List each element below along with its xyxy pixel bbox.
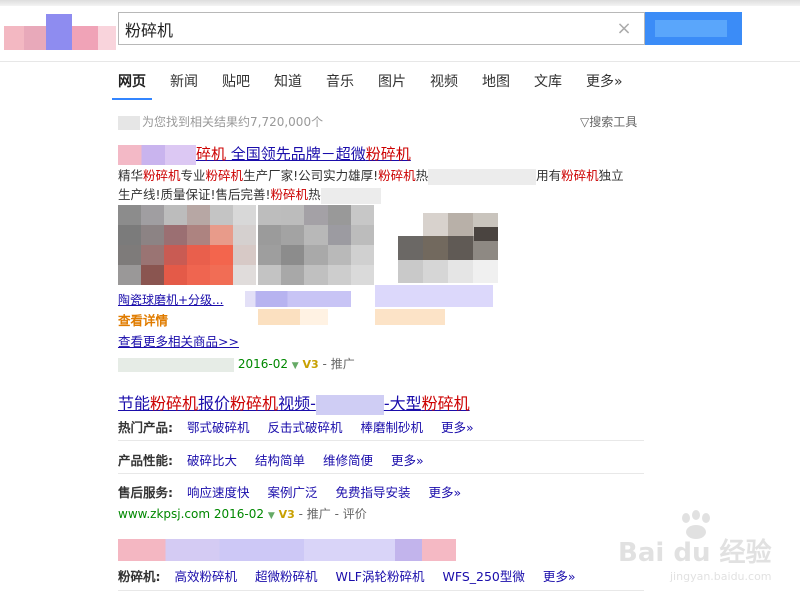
sitelink[interactable]: 反击式破碎机 xyxy=(267,420,342,435)
sitelink[interactable]: 棒磨制砂机 xyxy=(360,420,423,435)
product-image-3[interactable] xyxy=(398,213,498,283)
v3-badge-icon[interactable]: V3 xyxy=(303,358,319,371)
sitelink[interactable]: 破碎比大 xyxy=(187,453,237,468)
search-box: × xyxy=(118,12,645,45)
product-price-3 xyxy=(375,309,445,325)
product-link-3[interactable] xyxy=(375,285,493,307)
product-thumbnails[interactable] xyxy=(118,205,498,287)
sitelink-more[interactable]: 更多» xyxy=(543,569,576,584)
search-tabs: 网页 新闻 贴吧 知道 音乐 图片 视频 地图 文库 更多» xyxy=(112,64,647,100)
divider xyxy=(118,440,644,441)
site-logo[interactable] xyxy=(4,12,116,50)
result2-url[interactable]: www.zkpsj.com xyxy=(118,507,210,521)
tab-tieba[interactable]: 贴吧 xyxy=(222,64,250,100)
tab-more[interactable]: 更多» xyxy=(586,64,623,100)
sitelink-more[interactable]: 更多» xyxy=(441,420,474,435)
search-input[interactable] xyxy=(125,18,605,40)
product-image-1[interactable] xyxy=(118,205,256,285)
dropdown-caret-icon[interactable]: ▼ xyxy=(268,511,275,521)
sitelink[interactable]: 高效粉碎机 xyxy=(174,569,237,584)
product-image-3-detail xyxy=(474,227,498,241)
sitelink[interactable]: 免费指导安装 xyxy=(335,485,410,500)
sitelink[interactable]: 超微粉碎机 xyxy=(255,569,318,584)
product-image-2[interactable] xyxy=(258,205,374,285)
sitelink[interactable]: WFS_250型微 xyxy=(442,569,524,584)
tab-wenku[interactable]: 文库 xyxy=(534,64,562,100)
sitelink[interactable]: 响应速度快 xyxy=(187,485,250,500)
product-link-1[interactable]: 陶瓷球磨机+分级... xyxy=(118,291,224,308)
evaluate-link[interactable]: - 评价 xyxy=(335,507,367,521)
more-goods-link[interactable]: 查看更多相关商品>> xyxy=(118,331,239,350)
baidu-jingyan-watermark: Bai du 经验 jingyan.baidu.com xyxy=(610,510,800,590)
tab-news[interactable]: 新闻 xyxy=(170,64,198,100)
tab-video[interactable]: 视频 xyxy=(430,64,458,100)
tab-music[interactable]: 音乐 xyxy=(326,64,354,100)
result-count: 为您找到相关结果约7,720,000个 xyxy=(118,113,323,130)
sitelink[interactable]: WLF涡轮粉碎机 xyxy=(335,569,424,584)
result1-description: 精华粉碎机专业粉碎机生产厂家!公司实力雄厚!粉碎机热 用有粉碎机独立 生产线!质量… xyxy=(118,168,624,204)
result2-hot-products: 热门产品: 鄂式破碎机 反击式破碎机 棒磨制砂机 更多» xyxy=(118,420,474,435)
result2-url-row: www.zkpsj.com 2016-02 ▼ V3 - 推广 - 评价 xyxy=(118,507,367,521)
search-button[interactable] xyxy=(645,12,742,45)
sitelink[interactable]: 案例广泛 xyxy=(267,485,317,500)
tab-images[interactable]: 图片 xyxy=(378,64,406,100)
product-link-2[interactable] xyxy=(245,291,351,307)
product-price-2 xyxy=(258,309,328,325)
result2-title[interactable]: 节能粉碎机报价粉碎机视频- -大型粉碎机 xyxy=(118,390,470,415)
tab-web[interactable]: 网页 xyxy=(112,64,152,100)
result3-sitelinks: 粉碎机: 高效粉碎机 超微粉碎机 WLF涡轮粉碎机 WFS_250型微 更多» xyxy=(118,569,576,584)
clear-icon[interactable]: × xyxy=(614,19,634,39)
product-detail-link[interactable]: 查看详情 xyxy=(118,310,168,329)
sitelink-more[interactable]: 更多» xyxy=(428,485,461,500)
v3-badge-icon[interactable]: V3 xyxy=(279,508,295,521)
search-tools-button[interactable]: ▽搜索工具 xyxy=(580,113,637,130)
divider xyxy=(118,590,644,591)
result3-title[interactable] xyxy=(118,539,456,561)
sitelink[interactable]: 鄂式破碎机 xyxy=(187,420,250,435)
result2-after-sales: 售后服务: 响应速度快 案例广泛 免费指导安装 更多» xyxy=(118,485,462,500)
divider xyxy=(118,473,644,474)
sitelink[interactable]: 结构简单 xyxy=(255,453,305,468)
dropdown-caret-icon[interactable]: ▼ xyxy=(292,361,299,371)
result1-title[interactable]: 碎机 全国领先品牌－超微粉碎机 xyxy=(118,143,411,165)
result1-url[interactable] xyxy=(118,357,234,372)
tab-map[interactable]: 地图 xyxy=(482,64,510,100)
tab-zhidao[interactable]: 知道 xyxy=(274,64,302,100)
sitelink[interactable]: 维修简便 xyxy=(323,453,373,468)
result1-url-row: 2016-02 ▼ V3 - 推广 xyxy=(118,355,355,372)
result2-performance: 产品性能: 破碎比大 结构简单 维修简便 更多» xyxy=(118,453,424,468)
sitelink-more[interactable]: 更多» xyxy=(391,453,424,468)
